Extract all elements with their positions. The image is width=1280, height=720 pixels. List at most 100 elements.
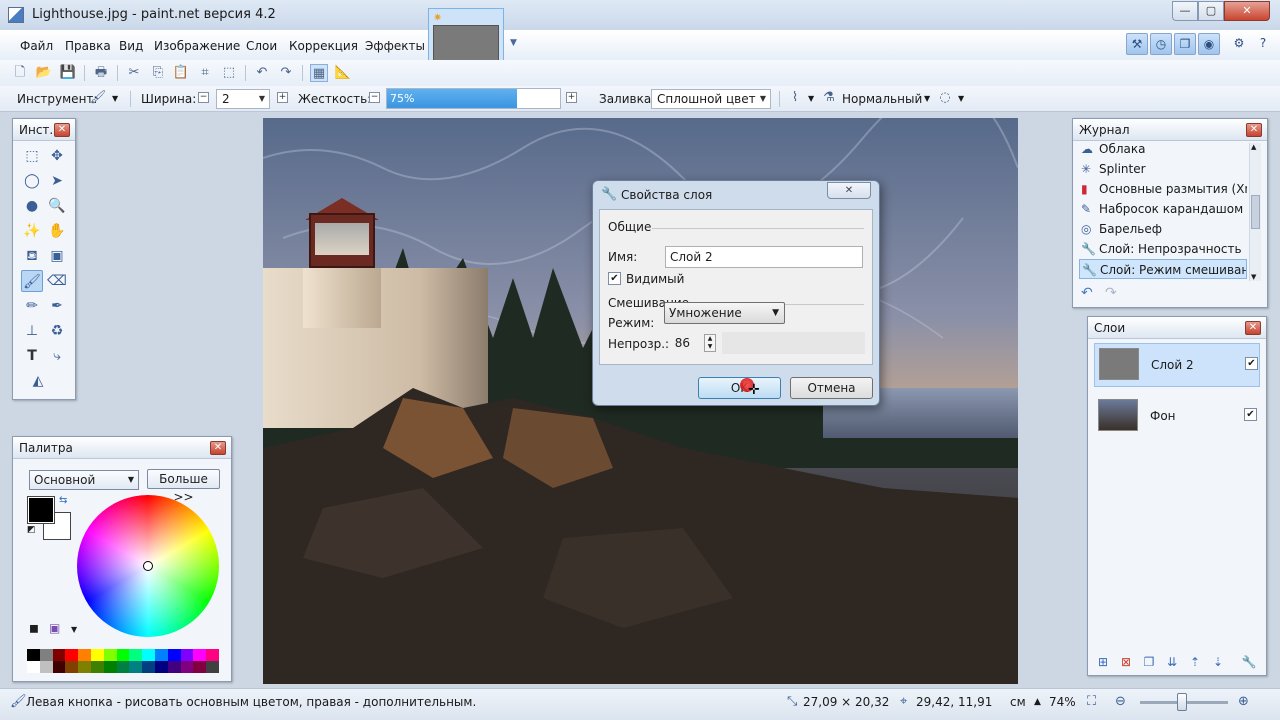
palette-swatch[interactable] [65, 661, 79, 673]
palette-panel-close-icon[interactable]: ✕ [210, 441, 226, 455]
ok-button[interactable]: OK [698, 377, 781, 399]
layer-row-layer2[interactable]: Слой 2 ✔ [1094, 343, 1260, 387]
palette-mode-combo[interactable]: Основной ▼ [29, 470, 139, 490]
lasso-select-tool-icon[interactable]: ◯ [21, 170, 43, 192]
magic-wand-tool-icon[interactable]: ✨ [21, 220, 43, 242]
history-item-clouds[interactable]: ☁ Облака [1079, 139, 1247, 159]
cancel-button[interactable]: Отмена [790, 377, 873, 399]
history-item-emboss[interactable]: ◎ Барельеф [1079, 219, 1247, 239]
palette-swatch[interactable] [167, 649, 181, 661]
palette-swatch[interactable] [52, 649, 66, 661]
redo-icon[interactable]: ↷ [277, 64, 295, 82]
layers-panel-header[interactable]: Слои ✕ [1088, 317, 1266, 339]
blend-mode-icon[interactable]: ⚗ [820, 89, 838, 107]
palette-swatch[interactable] [116, 649, 130, 661]
menu-view[interactable]: Вид [119, 39, 143, 53]
tools-panel-close-icon[interactable]: ✕ [54, 123, 70, 137]
open-folder-icon[interactable]: 📂 [35, 64, 53, 82]
palette-swatch[interactable] [27, 649, 40, 661]
palette-swatch[interactable] [142, 661, 155, 673]
help-icon[interactable]: ? [1252, 33, 1274, 55]
colors-window-toggle-icon[interactable]: ◉ [1198, 33, 1220, 55]
zoom-level[interactable]: 74% [1049, 695, 1076, 709]
palette-menu-icon[interactable]: ▣ [49, 621, 60, 635]
rulers-icon[interactable]: 📐 [334, 64, 352, 82]
primary-color-swatch[interactable] [27, 496, 55, 524]
palette-swatch[interactable] [129, 661, 143, 673]
opacity-spinner[interactable]: ▲ ▼ [704, 334, 716, 352]
eraser-tool-icon[interactable]: ⌫ [46, 270, 68, 292]
clipping-dropdown-icon[interactable]: ▼ [958, 94, 964, 103]
history-panel-header[interactable]: Журнал ✕ [1073, 119, 1267, 141]
palette-swatch[interactable] [27, 661, 40, 673]
palette-panel-header[interactable]: Палитра ✕ [13, 437, 231, 459]
add-color-icon[interactable]: ◼ [29, 621, 39, 635]
opacity-slider[interactable] [722, 332, 865, 354]
duplicate-layer-icon[interactable]: ❐ [1140, 653, 1158, 671]
history-item-layer-opacity[interactable]: 🔧 Слой: Непрозрачность [1079, 239, 1247, 259]
paintbrush-tool-icon[interactable]: 🖌 [21, 270, 43, 292]
palette-swatch[interactable] [65, 649, 79, 661]
scroll-up-icon[interactable]: ▲ [1251, 143, 1256, 151]
palette-swatch[interactable] [155, 661, 168, 673]
layers-window-toggle-icon[interactable]: ❐ [1174, 33, 1196, 55]
minimize-button[interactable]: — [1172, 1, 1198, 21]
copy-icon[interactable]: ⎘ [149, 64, 167, 82]
palette-swatch[interactable] [103, 661, 117, 673]
grid-icon[interactable]: ▦ [310, 64, 328, 82]
image-list-dropdown-icon[interactable]: ▼ [510, 38, 517, 48]
recolor-tool-icon[interactable]: ♻ [46, 320, 68, 342]
palette-swatch[interactable] [206, 649, 219, 661]
move-layer-down-icon[interactable]: ⇣ [1209, 653, 1227, 671]
units-selector[interactable]: см [1010, 695, 1026, 709]
menu-adjustments[interactable]: Коррекция [289, 39, 358, 53]
zoom-slider-knob[interactable] [1177, 693, 1187, 711]
reset-colors-icon[interactable]: ◩ [27, 525, 36, 535]
history-item-splinter[interactable]: ✳ Splinter [1079, 159, 1247, 179]
palette-swatch[interactable] [167, 661, 181, 673]
history-item-pencil-sketch[interactable]: ✎ Набросок карандашом [1079, 199, 1247, 219]
palette-menu-arrow-icon[interactable]: ▼ [71, 625, 77, 634]
brush-width-combo[interactable]: 2 ▼ [216, 89, 270, 109]
print-icon[interactable]: 🖶 [92, 64, 110, 82]
palette-swatch[interactable] [78, 649, 91, 661]
palette-more-button[interactable]: Больше >> [147, 469, 220, 504]
blend-mode-dropdown-icon[interactable]: ▼ [924, 94, 930, 103]
selection-clipping-icon[interactable]: ◌ [936, 89, 954, 107]
swap-colors-icon[interactable]: ⇆ [59, 495, 67, 506]
palette-swatch[interactable] [180, 661, 194, 673]
rectangle-select-tool-icon[interactable]: ⬚ [21, 145, 43, 167]
tools-window-toggle-icon[interactable]: ⚒ [1126, 33, 1148, 55]
palette-swatch[interactable] [39, 661, 53, 673]
cut-icon[interactable]: ✂ [125, 64, 143, 82]
tools-panel-header[interactable]: Инст... ✕ [13, 119, 75, 141]
history-item-layer-blend[interactable]: 🔧Слой: Режим смешивания [1079, 259, 1247, 279]
tool-dropdown-arrow-icon[interactable]: ▼ [112, 94, 118, 103]
clone-stamp-tool-icon[interactable]: ⊥ [21, 320, 43, 342]
color-wheel-cursor[interactable] [143, 561, 153, 571]
blend-mode-value[interactable]: Нормальный [842, 92, 922, 106]
palette-swatch[interactable] [193, 649, 207, 661]
palette-swatch[interactable] [155, 649, 168, 661]
history-panel-close-icon[interactable]: ✕ [1246, 123, 1262, 137]
pencil-tool-icon[interactable]: ✏ [21, 295, 43, 317]
layer-properties-icon[interactable]: 🔧 [1240, 653, 1258, 671]
menu-effects[interactable]: Эффекты [365, 39, 425, 53]
fill-mode-combo[interactable]: Сплошной цвет ▼ [651, 89, 771, 109]
palette-swatch[interactable] [91, 649, 104, 661]
zoom-in-icon[interactable]: ⊕ [1238, 694, 1249, 709]
gradient-tool-icon[interactable]: ▣ [46, 245, 68, 267]
history-scrollbar[interactable]: ▲ ▼ [1249, 143, 1261, 281]
close-window-button[interactable]: ✕ [1224, 1, 1270, 21]
settings-gear-icon[interactable]: ⚙ [1228, 33, 1250, 55]
color-picker-tool-icon[interactable]: ✒ [46, 295, 68, 317]
undo-icon[interactable]: ↶ [253, 64, 271, 82]
palette-swatch[interactable] [129, 649, 143, 661]
redo-history-icon[interactable]: ↷ [1105, 285, 1117, 301]
new-file-icon[interactable]: 🗋 [11, 64, 29, 82]
move-layer-up-icon[interactable]: ⇡ [1186, 653, 1204, 671]
palette-swatch[interactable] [52, 661, 66, 673]
line-curve-tool-icon[interactable]: ⤷ [46, 345, 68, 367]
hardness-increase-button[interactable]: + [566, 92, 577, 103]
palette-swatch[interactable] [91, 661, 104, 673]
